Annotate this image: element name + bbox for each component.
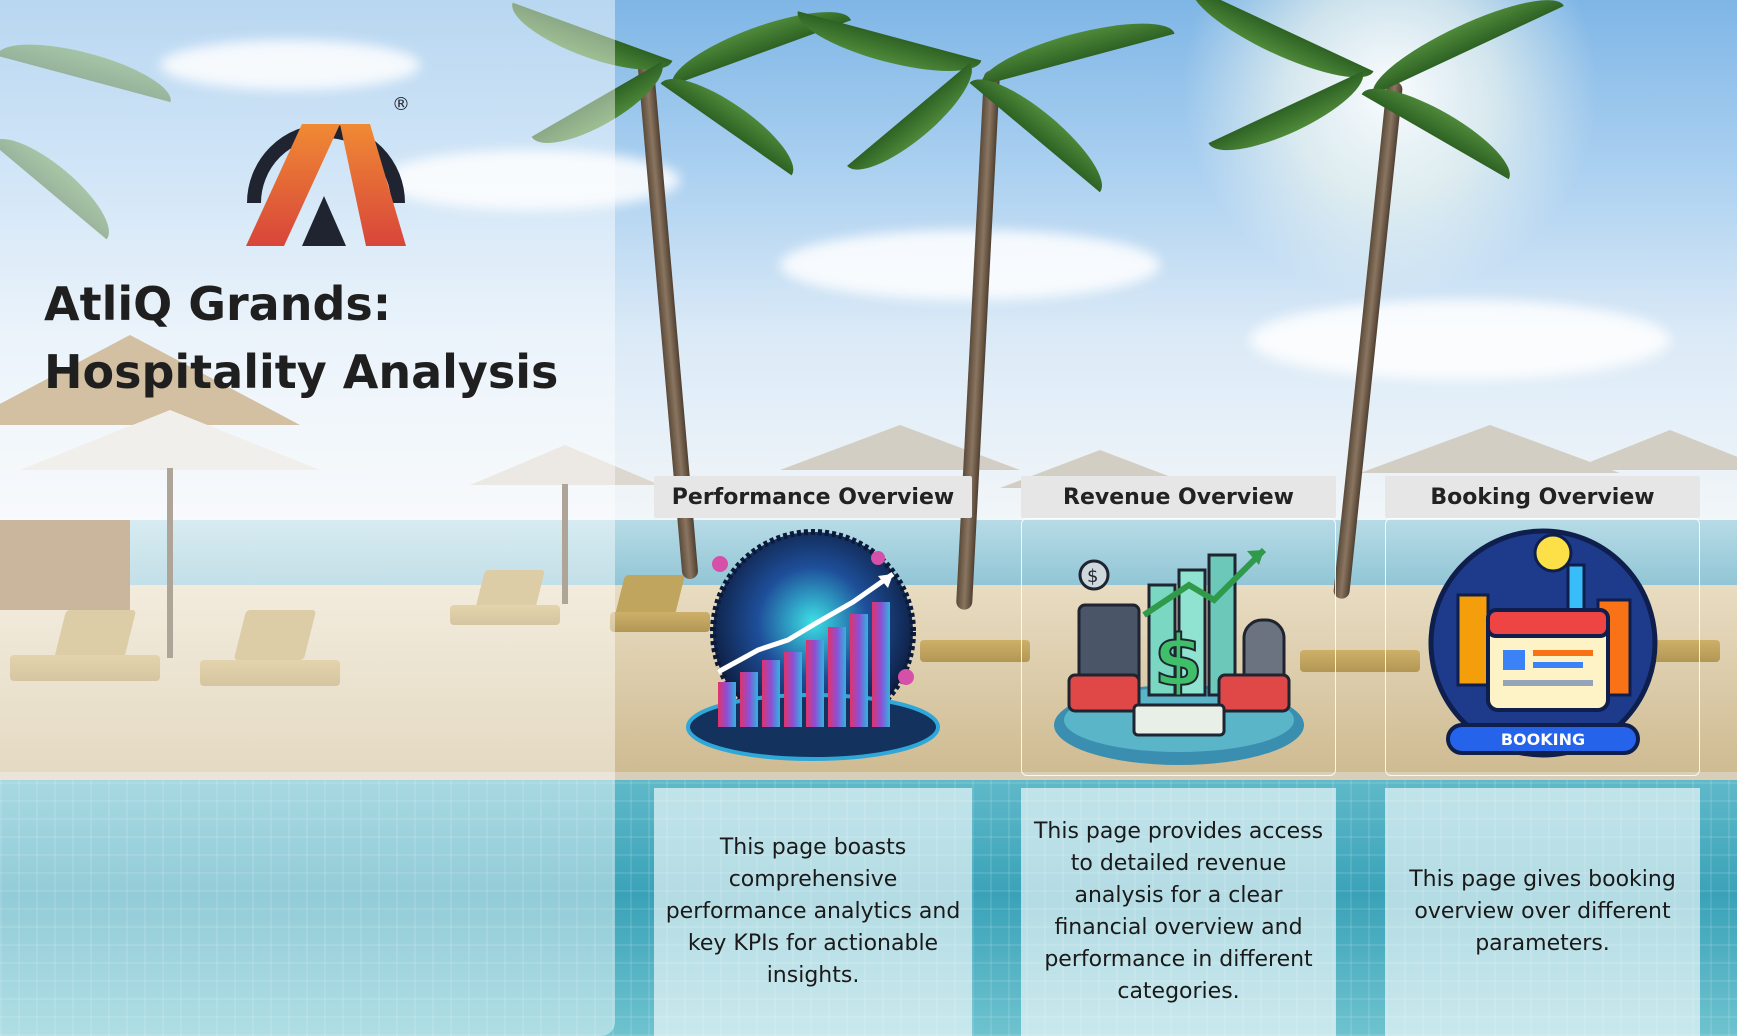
booking-badge: BOOKING bbox=[1500, 730, 1584, 749]
umbrella bbox=[780, 425, 1020, 470]
atliq-logo-icon: ® bbox=[246, 94, 410, 246]
atliq-logo: ® bbox=[242, 88, 412, 248]
umbrella bbox=[1570, 430, 1737, 470]
performance-overview-button[interactable]: Performance Overview bbox=[654, 476, 972, 518]
cloud bbox=[780, 230, 1160, 300]
booking-calendar-icon: BOOKING bbox=[1428, 528, 1657, 757]
revenue-overview-description[interactable]: This page provides access to detailed re… bbox=[1021, 788, 1336, 1036]
performance-overview-description[interactable]: This page boasts comprehensive performan… bbox=[654, 788, 972, 1036]
registered-mark: ® bbox=[392, 94, 410, 115]
booking-overview-button[interactable]: Booking Overview bbox=[1385, 476, 1700, 518]
booking-overview-image[interactable]: BOOKING bbox=[1385, 518, 1700, 776]
revenue-overview-image[interactable]: $ $ bbox=[1021, 518, 1336, 776]
performance-chart-icon bbox=[686, 529, 940, 761]
revenue-overview-button[interactable]: Revenue Overview bbox=[1021, 476, 1336, 518]
booking-overview-description[interactable]: This page gives booking overview over di… bbox=[1385, 788, 1700, 1036]
cloud bbox=[1250, 300, 1670, 380]
svg-text:$: $ bbox=[1087, 566, 1098, 587]
title-line-2: Hospitality Analysis bbox=[44, 345, 559, 399]
title-panel: ® AtliQ Grands: Hospitality Analysis bbox=[0, 0, 615, 1036]
title-line-1: AtliQ Grands: bbox=[44, 277, 392, 331]
page-title: AtliQ Grands: Hospitality Analysis bbox=[44, 270, 604, 406]
revenue-money-icon: $ $ bbox=[1053, 547, 1304, 765]
performance-overview-image[interactable] bbox=[654, 518, 972, 776]
svg-text:$: $ bbox=[1154, 620, 1203, 702]
